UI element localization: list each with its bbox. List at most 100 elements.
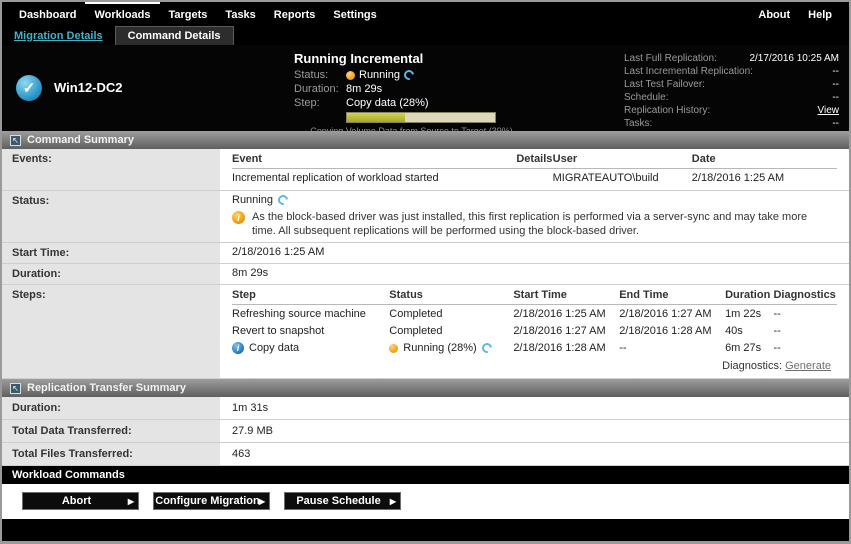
status-value: Running — [359, 68, 400, 82]
transfer-duration-row: Duration: 1m 31s — [2, 397, 849, 420]
nav-tasks[interactable]: Tasks — [216, 2, 264, 25]
total-files-value: 463 — [220, 443, 849, 465]
step-start: 2/18/2016 1:25 AM — [513, 305, 619, 323]
transfer-duration-label: Duration: — [2, 397, 220, 419]
step-row: Refreshing source machine Completed 2/18… — [232, 305, 837, 323]
menu-arrow-icon: ▶ — [128, 497, 134, 506]
tab-migration-details[interactable]: Migration Details — [14, 30, 103, 42]
warning-info-icon: i — [232, 211, 245, 224]
transfer-summary-body: Duration: 1m 31s Total Data Transferred:… — [2, 397, 849, 466]
step-status: Completed — [389, 322, 513, 339]
generate-diagnostics-link[interactable]: Generate — [785, 360, 831, 372]
collapse-section-icon[interactable]: ↖ — [10, 135, 21, 146]
status-row: Status: Running i As the block-based dri… — [2, 191, 849, 243]
replication-info-panel: Last Full Replication: 2/17/2016 10:25 A… — [624, 50, 839, 125]
last-full-replication-label: Last Full Replication: — [624, 52, 717, 65]
steps-col-start: Start Time — [513, 288, 619, 305]
schedule-value: -- — [832, 91, 839, 104]
nav-about[interactable]: About — [749, 2, 799, 25]
tab-bar: Migration Details Command Details — [2, 25, 849, 45]
transfer-summary-header: ↖ Replication Transfer Summary — [2, 379, 849, 397]
replication-history-label: Replication History: — [624, 104, 710, 117]
start-time-value: 2/18/2016 1:25 AM — [220, 243, 849, 263]
nav-dashboard[interactable]: Dashboard — [10, 2, 85, 25]
events-label: Events: — [2, 149, 220, 190]
step-start: 2/18/2016 1:28 AM — [513, 339, 619, 356]
collapse-section-icon[interactable]: ↖ — [10, 383, 21, 394]
event-user: MIGRATEAUTO\build — [553, 169, 692, 187]
command-summary-title: Command Summary — [27, 134, 134, 146]
spinner-icon — [402, 68, 416, 82]
start-time-row: Start Time: 2/18/2016 1:25 AM — [2, 243, 849, 264]
step-name: Refreshing source machine — [232, 305, 389, 323]
step-diagnostics: -- — [773, 339, 837, 356]
total-files-row: Total Files Transferred: 463 — [2, 443, 849, 466]
status-header: ✓ Win12-DC2 Running Incremental Status: … — [2, 45, 849, 131]
step-diagnostics: -- — [773, 305, 837, 323]
workload-commands-title: Workload Commands — [12, 469, 125, 481]
steps-col-end: End Time — [619, 288, 725, 305]
pause-schedule-button[interactable]: Pause Schedule ▶ — [284, 492, 401, 510]
duration-label: Duration: — [294, 82, 346, 96]
status-running-icon — [389, 344, 398, 353]
step-label: Step: — [294, 96, 346, 110]
info-icon: i — [232, 342, 244, 354]
workload-commands-header: Workload Commands — [2, 466, 849, 484]
nav-help[interactable]: Help — [799, 2, 841, 25]
abort-button[interactable]: Abort ▶ — [22, 492, 139, 510]
steps-col-duration: Duration — [725, 288, 773, 305]
step-end: -- — [619, 339, 725, 356]
step-end: 2/18/2016 1:27 AM — [619, 305, 725, 323]
nav-targets[interactable]: Targets — [160, 2, 217, 25]
command-summary-header: ↖ Command Summary — [2, 131, 849, 149]
configure-migration-button-label: Configure Migration — [154, 495, 269, 507]
transfer-duration-value: 1m 31s — [220, 397, 849, 419]
total-data-value: 27.9 MB — [220, 420, 849, 442]
abort-button-label: Abort — [23, 495, 138, 507]
workload-name: Win12-DC2 — [54, 80, 123, 95]
step-duration: 6m 27s — [725, 339, 773, 356]
tasks-value: -- — [832, 117, 839, 130]
replication-history-view-link[interactable]: View — [818, 104, 840, 117]
event-row: Incremental replication of workload star… — [232, 169, 837, 187]
top-nav-right: About Help — [749, 2, 841, 25]
events-row: Events: Event Details User Date Incremen… — [2, 149, 849, 191]
events-table: Event Details User Date Incremental repl… — [232, 152, 837, 186]
command-summary-body: Events: Event Details User Date Incremen… — [2, 149, 849, 379]
nav-reports[interactable]: Reports — [265, 2, 325, 25]
workload-ok-icon: ✓ — [16, 75, 42, 101]
pause-schedule-button-label: Pause Schedule — [285, 495, 400, 507]
event-date: 2/18/2016 1:25 AM — [692, 169, 837, 187]
summary-duration-value: 8m 29s — [220, 264, 849, 284]
driver-note: i As the block-based driver was just ins… — [232, 210, 837, 238]
configure-migration-button[interactable]: Configure Migration ▶ — [153, 492, 270, 510]
status-label: Status: — [294, 68, 346, 82]
events-col-details: Details — [516, 152, 552, 169]
step-start: 2/18/2016 1:27 AM — [513, 322, 619, 339]
step-status: Completed — [389, 305, 513, 323]
steps-label: Steps: — [2, 285, 220, 378]
nav-settings[interactable]: Settings — [324, 2, 385, 25]
steps-col-diagnostics: Diagnostics — [773, 288, 837, 305]
menu-arrow-icon: ▶ — [390, 497, 396, 506]
steps-table: Step Status Start Time End Time Duration… — [232, 288, 837, 356]
last-incremental-replication-value: -- — [832, 65, 839, 78]
step-row: i Copy data Running (28%) 2/18/2016 1: — [232, 339, 837, 356]
progress-fill — [347, 113, 405, 122]
status-running-icon — [346, 71, 355, 80]
start-time-label: Start Time: — [2, 243, 220, 263]
last-test-failover-value: -- — [832, 78, 839, 91]
summary-duration-label: Duration: — [2, 264, 220, 284]
diagnostics-label: Diagnostics: — [722, 360, 782, 372]
operation-summary: Running Incremental Status: Running Dura… — [294, 50, 560, 125]
operation-title: Running Incremental — [294, 51, 560, 66]
steps-col-step: Step — [232, 288, 389, 305]
nav-workloads[interactable]: Workloads — [85, 2, 159, 25]
transfer-summary-title: Replication Transfer Summary — [27, 382, 186, 394]
last-test-failover-label: Last Test Failover: — [624, 78, 705, 91]
spinner-icon — [276, 193, 290, 207]
menu-arrow-icon: ▶ — [259, 497, 265, 506]
total-data-row: Total Data Transferred: 27.9 MB — [2, 420, 849, 443]
total-data-label: Total Data Transferred: — [2, 420, 220, 442]
tab-command-details[interactable]: Command Details — [115, 26, 234, 45]
